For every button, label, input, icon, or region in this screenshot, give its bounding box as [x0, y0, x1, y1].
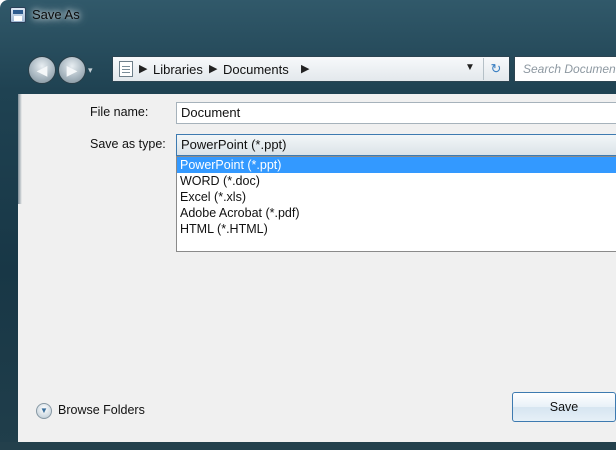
expand-chevron-icon: ▼ — [36, 403, 52, 419]
address-dropdown-icon[interactable]: ▼ — [465, 62, 475, 73]
chevron-right-icon[interactable]: ▶ — [301, 62, 309, 75]
save-button[interactable]: Save — [512, 392, 616, 422]
chevron-right-icon[interactable]: ▶ — [139, 62, 147, 75]
type-option-excel[interactable]: Excel (*.xls) — [177, 189, 616, 205]
refresh-icon[interactable]: ↻ — [483, 58, 508, 80]
file-name-field[interactable]: Document — [176, 102, 616, 124]
recent-pages-dropdown[interactable]: ▾ — [88, 64, 98, 76]
save-disk-icon — [10, 7, 26, 23]
window-bottom-border — [0, 442, 616, 450]
browse-folders-label: Browse Folders — [58, 403, 145, 417]
save-type-label: Save as type: — [90, 137, 166, 151]
title-bar[interactable]: Save As — [0, 0, 616, 44]
type-option-pdf[interactable]: Adobe Acrobat (*.pdf) — [177, 205, 616, 221]
breadcrumb-libraries[interactable]: Libraries — [153, 62, 203, 77]
save-as-dialog: Save As ◀ ▶ ▾ ▶ Libraries ▶ Documents ▶ … — [0, 0, 616, 450]
search-placeholder: Search Documents — [523, 62, 616, 76]
back-arrow-icon: ◀ — [36, 62, 48, 78]
window-title: Save As — [32, 7, 80, 22]
type-option-word[interactable]: WORD (*.doc) — [177, 173, 616, 189]
save-type-dropdown-list: PowerPoint (*.ppt) WORD (*.doc) Excel (*… — [176, 156, 616, 252]
back-button[interactable]: ◀ — [28, 56, 56, 84]
divider — [18, 94, 22, 204]
save-type-select[interactable]: PowerPoint (*.ppt) — [176, 134, 616, 156]
forward-arrow-icon: ▶ — [66, 62, 78, 78]
navigation-bar: ◀ ▶ ▾ ▶ Libraries ▶ Documents ▶ ▼ ↻ Sear… — [28, 56, 616, 86]
breadcrumb-documents[interactable]: Documents — [223, 62, 289, 77]
forward-button[interactable]: ▶ — [58, 56, 86, 84]
chevron-right-icon[interactable]: ▶ — [209, 62, 217, 75]
address-bar[interactable]: ▶ Libraries ▶ Documents ▶ ▼ ↻ — [112, 56, 510, 82]
document-icon — [119, 61, 133, 77]
search-input[interactable]: Search Documents — [514, 56, 616, 82]
dialog-body: File name: Document Save as type: PowerP… — [18, 94, 616, 442]
file-name-label: File name: — [90, 105, 149, 119]
type-option-powerpoint[interactable]: PowerPoint (*.ppt) — [177, 157, 616, 173]
type-option-html[interactable]: HTML (*.HTML) — [177, 221, 616, 237]
